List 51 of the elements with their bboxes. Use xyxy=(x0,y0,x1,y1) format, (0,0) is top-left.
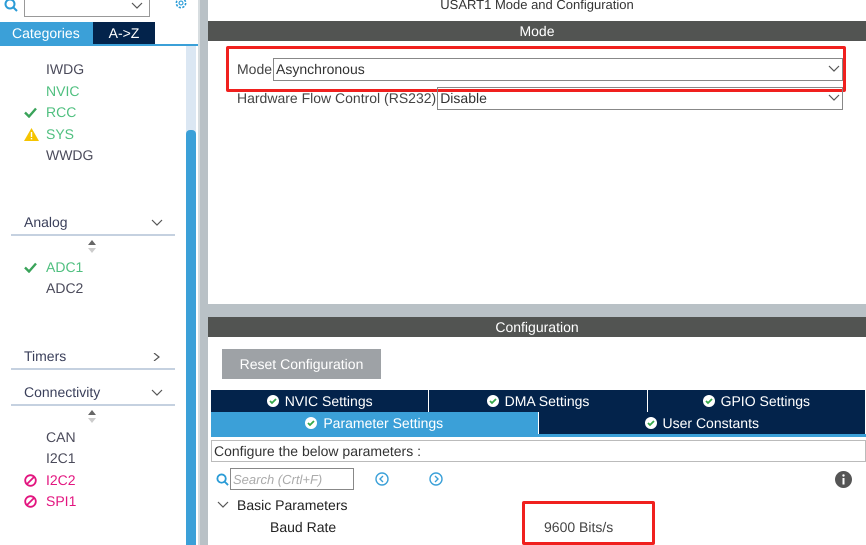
settings-tab[interactable]: GPIO Settings xyxy=(648,390,866,412)
check-circle-icon xyxy=(266,395,279,407)
search-icon xyxy=(216,472,229,486)
warning-icon xyxy=(24,128,39,141)
chevron-down-icon xyxy=(151,218,163,226)
search-icon xyxy=(4,0,18,12)
check-circle-icon xyxy=(702,395,715,407)
dropdown-icon xyxy=(828,94,840,102)
settings-tab[interactable]: User Constants xyxy=(538,412,866,434)
settings-tab[interactable]: DMA Settings xyxy=(429,390,648,412)
prohibited-icon xyxy=(24,474,37,487)
check-icon xyxy=(24,107,37,118)
search-field[interactable]: Search (Crtl+F) xyxy=(230,468,354,490)
peripheral-item[interactable]: WWDG xyxy=(46,145,94,166)
peripheral-item[interactable]: I2C1 xyxy=(46,448,76,470)
peripheral-item[interactable]: CAN xyxy=(46,426,76,448)
search-field[interactable] xyxy=(24,0,150,17)
scroll-arrows-icon[interactable] xyxy=(88,410,96,422)
category-header[interactable]: Analog xyxy=(11,212,175,236)
dropdown-icon xyxy=(131,2,143,10)
peripheral-item[interactable]: ADC2 xyxy=(46,278,84,300)
peripheral-item[interactable]: SPI1 xyxy=(46,491,76,512)
category-header[interactable]: Connectivity xyxy=(11,382,175,406)
parameter-value[interactable]: 9600 Bits/s xyxy=(544,519,614,535)
prohibited-icon xyxy=(24,495,37,508)
field-label: Mode xyxy=(237,60,272,78)
section-title[interactable]: Basic Parameters xyxy=(237,494,348,516)
peripheral-item[interactable]: IWDG xyxy=(46,59,84,80)
dropdown-icon xyxy=(828,65,840,73)
scroll-arrows-icon[interactable] xyxy=(88,240,96,252)
section-header: Mode xyxy=(208,21,866,41)
scrollbar[interactable] xyxy=(186,46,196,545)
check-circle-icon xyxy=(305,417,318,429)
info-icon[interactable] xyxy=(835,470,852,488)
dropdown-field[interactable]: Disable xyxy=(437,86,843,110)
section-header: Configuration xyxy=(208,317,866,337)
next-icon[interactable] xyxy=(429,472,443,486)
chevron-down-icon xyxy=(151,388,163,396)
sidebar-tab[interactable]: A->Z xyxy=(93,22,155,44)
settings-tab[interactable]: NVIC Settings xyxy=(211,390,430,412)
check-circle-icon xyxy=(644,417,656,429)
check-icon xyxy=(24,262,37,273)
previous-icon[interactable] xyxy=(375,472,389,486)
category-header[interactable]: Timers xyxy=(11,346,175,370)
peripheral-item[interactable]: I2C2 xyxy=(46,470,76,491)
hint-text: Configure the below parameters : xyxy=(211,440,866,462)
dropdown-field[interactable]: Asynchronous xyxy=(273,58,843,80)
check-circle-icon xyxy=(486,395,499,407)
chevron-down-icon xyxy=(217,501,229,509)
field-label: Hardware Flow Control (RS232) xyxy=(237,88,436,108)
parameter-name: Baud Rate xyxy=(270,518,338,536)
